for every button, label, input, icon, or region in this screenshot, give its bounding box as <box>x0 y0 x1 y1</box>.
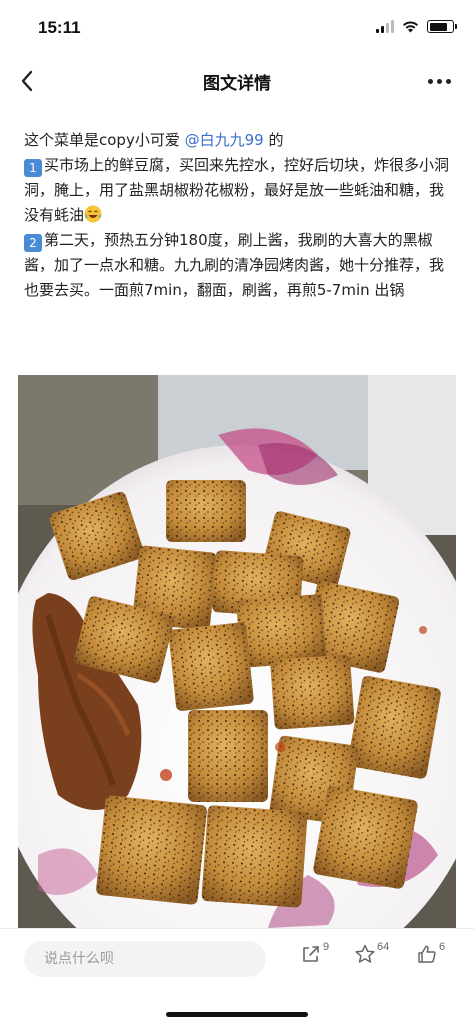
status-time: 15:11 <box>38 18 81 37</box>
like-count: 6 <box>439 941 446 953</box>
step-2-text: 第二天，预热五分钟180度，刷上酱，我刷的大喜大的黑椒酱，加了一点水和糖。九九刷… <box>24 231 445 299</box>
page-title: 图文详情 <box>203 74 271 94</box>
like-button[interactable]: 6 <box>416 941 446 973</box>
favorite-count: 64 <box>377 941 390 953</box>
post-step-1: 1 买市场上的鲜豆腐，买回来先控水，控好后切块，炸很多小洞洞，腌上，用了盐黑胡椒粉… <box>24 153 454 228</box>
battery-icon <box>427 20 457 33</box>
number-two-emoji-icon: 2 <box>24 234 42 252</box>
ellipsis-icon <box>427 78 433 84</box>
status-bar: 15:11 <box>0 0 474 56</box>
number-one-emoji-icon: 1 <box>24 159 42 177</box>
intro-prefix: 这个菜单是copy小可爱 <box>24 131 185 149</box>
favorite-button[interactable]: 64 <box>354 941 390 973</box>
home-indicator <box>166 1012 308 1017</box>
post-step-2: 2 第二天，预热五分钟180度，刷上酱，我刷的大喜大的黑椒酱，加了一点水和糖。九九… <box>24 228 454 303</box>
share-button[interactable]: 9 <box>300 941 330 973</box>
user-mention-link[interactable]: @白九九99 <box>185 131 264 149</box>
star-icon <box>355 944 375 963</box>
more-button[interactable] <box>422 66 456 96</box>
post-photo[interactable] <box>18 375 456 928</box>
share-icon <box>303 946 319 962</box>
bottom-action-bar: 9 64 6 <box>0 928 474 1025</box>
roasted-tofu-photo <box>18 375 456 928</box>
post-body: 这个菜单是copy小可爱 @白九九99 的 1 买市场上的鲜豆腐，买回来先控水，控… <box>24 128 454 303</box>
navigation-bar: 图文详情 <box>0 56 474 106</box>
post-intro: 这个菜单是copy小可爱 @白九九99 的 <box>24 128 454 153</box>
status-icons <box>376 20 457 33</box>
comment-input[interactable] <box>24 941 266 977</box>
wifi-icon <box>403 21 418 33</box>
share-count: 9 <box>323 941 330 953</box>
cellular-signal-icon <box>376 20 394 33</box>
laughing-tears-emoji-icon <box>84 205 102 223</box>
intro-suffix: 的 <box>263 131 284 149</box>
thumbs-up-icon <box>418 945 436 963</box>
